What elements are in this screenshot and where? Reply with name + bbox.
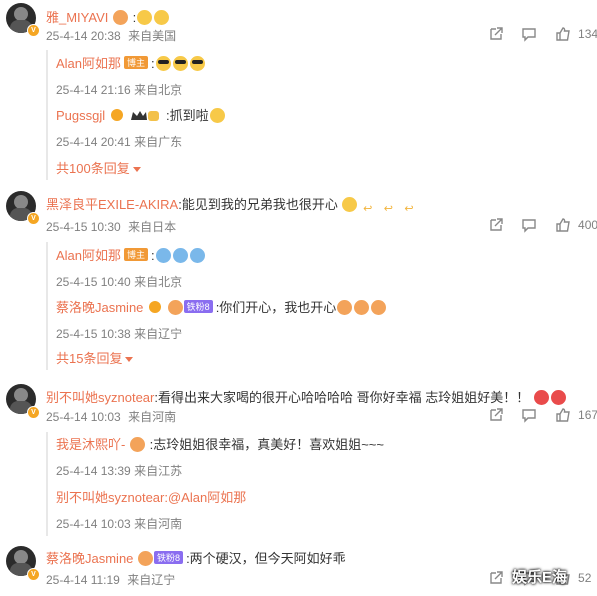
verified-icon: V (27, 24, 40, 37)
vip-icon (110, 109, 123, 121)
emoji-icon (172, 248, 188, 263)
emoji-icon (189, 56, 205, 71)
like-count: 400 (578, 218, 597, 232)
comment-text: :能见到我的兄弟我也很开心 (178, 197, 338, 212)
like-icon[interactable] (555, 26, 571, 42)
comment-time: 25-4-14 11:19 (46, 573, 120, 587)
share-icon[interactable] (488, 217, 504, 233)
like-count: 1340 (578, 27, 597, 41)
emoji-icon: ↩ (383, 203, 393, 215)
reply-location: 来自广东 (134, 135, 183, 149)
comment-username[interactable]: 黑泽良平EXILE-AKIRA (46, 197, 178, 212)
author-badge: 博主 (124, 248, 149, 261)
emoji-icon (129, 437, 145, 452)
reply-username[interactable]: 蔡洛晚Jasmine (56, 300, 143, 315)
fan-icon (167, 300, 183, 315)
comment-text: :两个硬汉，但今天阿如好乖 (186, 551, 346, 566)
emoji-icon (550, 390, 566, 405)
comment-text: : (132, 10, 137, 25)
comment-time: 25-4-14 20:38 (46, 29, 121, 43)
chevron-down-icon (132, 167, 141, 172)
emoji-icon: ↩ (404, 203, 414, 215)
like-count: 52 (578, 571, 592, 585)
emoji-icon (172, 56, 188, 71)
emoji-icon (137, 10, 153, 25)
fan-icon (138, 551, 154, 566)
reply-location: 来自北京 (134, 83, 183, 97)
reply-time: 25-4-14 13:39 (56, 464, 131, 478)
comment-username[interactable]: 蔡洛晚Jasmine (46, 551, 133, 566)
fan-badge: 铁粉8 (183, 300, 213, 313)
comment-icon[interactable] (521, 26, 537, 42)
reply-location: 来自北京 (134, 275, 183, 289)
emoji-icon (354, 300, 370, 315)
reply-text: :志玲姐姐很幸福，真美好！喜欢姐姐~~~ (149, 437, 384, 452)
comment-time: 25-4-15 10:30 (46, 220, 121, 234)
comment-icon[interactable] (521, 407, 537, 423)
reply-time: 25-4-14 21:16 (56, 83, 131, 97)
fan-badge: 铁粉8 (154, 551, 184, 564)
reply-text[interactable]: :@Alan阿如那 (164, 490, 246, 505)
emoji-icon (209, 108, 225, 123)
reply-username[interactable]: Alan阿如那 (56, 248, 121, 263)
more-replies-link[interactable]: 共100条回复 (56, 158, 141, 177)
comment-text: :看得出来大家喝的很开心哈哈哈哈 哥你好幸福 志玲姐姐好美！！ (154, 390, 530, 405)
reply-time: 25-4-14 20:41 (56, 135, 131, 149)
author-badge: 博主 (124, 56, 149, 69)
share-icon[interactable] (488, 407, 504, 423)
comment-location: 来自河南 (128, 410, 177, 424)
comment-location: 来自美国 (128, 29, 177, 43)
more-replies-link[interactable]: 共15条回复 (56, 348, 134, 367)
reply-location: 来自河南 (134, 517, 183, 531)
emoji-icon (371, 300, 387, 315)
emoji-icon: ↩ (363, 203, 373, 215)
verified-icon: V (27, 406, 40, 419)
reply-location: 来自江苏 (134, 464, 183, 478)
comment-username[interactable]: 别不叫她syznotear (46, 390, 154, 405)
emoji-icon (113, 10, 128, 25)
emoji-icon (155, 248, 171, 263)
reply-location: 来自辽宁 (134, 327, 183, 341)
reply-text: :你们开心，我也开心 (215, 300, 337, 315)
reply-text: :抓到啦 (166, 108, 209, 123)
crown-badge-icon (130, 109, 160, 122)
like-icon[interactable] (555, 217, 571, 233)
vip-icon (149, 301, 162, 313)
emoji-icon (154, 10, 170, 25)
chevron-down-icon (125, 357, 134, 362)
emoji-icon (155, 56, 171, 71)
reply-time: 25-4-15 10:38 (56, 327, 131, 341)
reply-username[interactable]: Pugssgjl (56, 108, 105, 123)
comment-location: 来自日本 (128, 220, 177, 234)
emoji-icon (189, 248, 205, 263)
like-count: 167 (578, 408, 597, 422)
comment-location: 来自辽宁 (127, 573, 176, 587)
comment-icon[interactable] (521, 217, 537, 233)
like-icon[interactable] (555, 407, 571, 423)
comment-time: 25-4-14 10:03 (46, 410, 121, 424)
comment-username[interactable]: 雅_MIYAVI (46, 10, 108, 25)
verified-icon: V (27, 568, 40, 581)
verified-icon: V (27, 212, 40, 225)
emoji-icon (342, 197, 358, 212)
reply-time: 25-4-14 10:03 (56, 517, 131, 531)
emoji-icon (533, 390, 549, 405)
reply-time: 25-4-15 10:40 (56, 275, 131, 289)
reply-username[interactable]: Alan阿如那 (56, 56, 121, 71)
emoji-icon (337, 300, 353, 315)
share-icon[interactable] (488, 570, 504, 586)
share-icon[interactable] (488, 26, 504, 42)
reply-username[interactable]: 别不叫她syznotear (56, 490, 164, 505)
watermark: 娱乐E海 (512, 569, 568, 586)
reply-username[interactable]: 我是沐熙吖- (56, 437, 125, 452)
